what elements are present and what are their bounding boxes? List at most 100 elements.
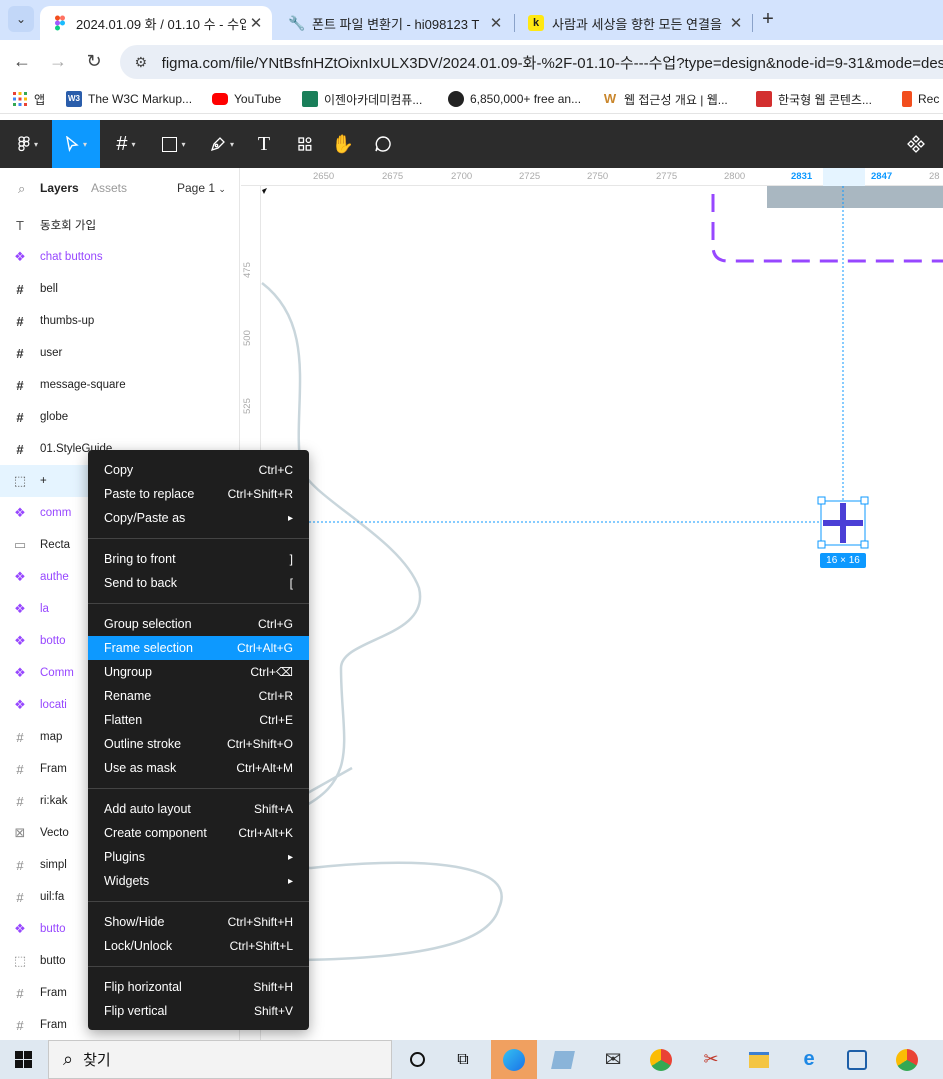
menu-item-shortcut: Ctrl+C [258, 463, 293, 477]
layer-row[interactable]: # globe [0, 401, 239, 433]
bookmark-w3c[interactable]: W3 The W3C Markup... [66, 90, 192, 108]
context-menu-item[interactable]: Flip horizontal Shift+H [88, 975, 309, 999]
context-menu-item[interactable]: Copy Ctrl+C [88, 458, 309, 482]
context-menu-item[interactable]: Plugins ▸ [88, 845, 309, 869]
task-view-icon[interactable]: ⧉ [440, 1040, 486, 1079]
design-canvas[interactable]: 2650 2675 2700 2725 2750 2775 2800 2831 2847 28 4… [241, 168, 943, 1040]
back-arrow-icon[interactable]: ← [10, 50, 34, 74]
close-tab-icon[interactable]: ✕ [486, 14, 506, 32]
layer-type-icon: # [16, 409, 24, 425]
network-app-icon[interactable] [834, 1040, 880, 1079]
w-logo-icon: W [603, 91, 617, 106]
layer-row[interactable]: T 동호회 가입 [0, 209, 239, 241]
context-menu-item[interactable]: Flatten Ctrl+E [88, 708, 309, 732]
layer-type-icon: # [16, 889, 24, 905]
forward-arrow-icon[interactable]: → [46, 50, 70, 74]
address-bar[interactable]: ⚙ figma.com/file/YNtBsfnHZtOixnIxULX3DV/… [120, 45, 943, 79]
main-menu-button[interactable]: ▾ [4, 120, 52, 168]
context-menu-item[interactable]: Rename Ctrl+R [88, 684, 309, 708]
layer-row[interactable]: # message-square [0, 369, 239, 401]
bookmark-rec[interactable]: Rec [902, 90, 939, 108]
bookmark-kwcag[interactable]: 한국형 웹 콘텐츠... [756, 90, 872, 108]
chrome-profile-icon[interactable] [638, 1040, 684, 1079]
context-menu-item[interactable]: Flip vertical Shift+V [88, 999, 309, 1023]
tab-font-converter[interactable]: 🔧 폰트 파일 변환기 - hi098123 T ✕ [276, 6, 512, 40]
bookmark-label: 이젠아카데미컴퓨... [324, 92, 423, 107]
snipping-tool-icon[interactable]: ✂ [688, 1040, 734, 1079]
bookmark-free-icons[interactable]: 6,850,000+ free an... [448, 90, 581, 108]
layer-row[interactable]: # user [0, 337, 239, 369]
shape-tool-button[interactable]: ▾ [152, 120, 196, 168]
context-menu-item[interactable]: Outline stroke Ctrl+Shift+O [88, 732, 309, 756]
menu-item-label: Show/Hide [104, 915, 165, 929]
tab-assets[interactable]: Assets [91, 181, 127, 195]
search-icon: ⌕ [63, 1049, 74, 1069]
page-selector[interactable]: Page 1 ⌄ [177, 181, 226, 195]
hand-tool-button[interactable]: ✋ [326, 120, 360, 168]
windows-start-icon[interactable] [0, 1040, 46, 1079]
pen-tool-button[interactable]: ▾ [200, 120, 244, 168]
close-tab-icon[interactable]: ✕ [726, 14, 746, 32]
tab-layers[interactable]: Layers [40, 181, 79, 195]
bookmark-youtube[interactable]: YouTube [212, 90, 281, 108]
layer-label: authe [40, 571, 69, 583]
browser-tab-strip: ⌄ 2024.01.09 화 / 01.10 수 - 수업 ✕ 🔧 폰트 파일 … [0, 0, 943, 40]
tab-search-dropdown-icon[interactable]: ⌄ [8, 6, 34, 32]
context-menu-item[interactable]: Copy/Paste as ▸ [88, 506, 309, 530]
resize-handle-top-right[interactable] [860, 496, 869, 505]
context-menu-item[interactable]: Add auto layout Shift+A [88, 797, 309, 821]
layer-row[interactable]: # thumbs-up [0, 305, 239, 337]
site-info-icon[interactable]: ⚙ [132, 53, 150, 71]
context-menu-item[interactable]: Ungroup Ctrl+⌫ [88, 660, 309, 684]
context-menu-item[interactable]: Paste to replace Ctrl+Shift+R [88, 482, 309, 506]
submenu-arrow-icon: ▸ [287, 875, 293, 887]
internet-explorer-icon[interactable]: e [786, 1040, 832, 1079]
mail-icon[interactable]: ✉ [590, 1040, 636, 1079]
context-menu-item[interactable]: Use as mask Ctrl+Alt+M [88, 756, 309, 780]
components-button[interactable] [900, 120, 932, 168]
move-tool-button[interactable]: ▾ [52, 120, 100, 168]
context-menu-item[interactable]: Group selection Ctrl+G [88, 612, 309, 636]
context-menu-item[interactable]: Create component Ctrl+Alt+K [88, 821, 309, 845]
resize-handle-top-left[interactable] [817, 496, 826, 505]
bookmark-accessibility[interactable]: W 웹 접근성 개요 | 웹... [602, 90, 728, 108]
layer-type-icon: # [16, 377, 24, 393]
layer-label: Fram [40, 1019, 67, 1031]
chrome-profile-icon[interactable] [884, 1040, 930, 1079]
search-icon[interactable]: ⌕ [18, 181, 25, 197]
bookmark-apps[interactable]: 앱 [12, 90, 45, 108]
menu-item-label: Copy [104, 463, 134, 477]
resources-button[interactable] [288, 120, 322, 168]
cortana-circle-icon[interactable] [394, 1040, 440, 1079]
context-menu-item[interactable]: Widgets ▸ [88, 869, 309, 893]
layer-row[interactable]: # bell [0, 273, 239, 305]
layer-row[interactable]: ❖ chat buttons [0, 241, 239, 273]
context-menu-item[interactable]: Send to back [ [88, 571, 309, 595]
menu-separator [88, 901, 309, 902]
new-tab-plus-icon[interactable]: + [756, 8, 780, 32]
context-menu-item[interactable]: Frame selection Ctrl+Alt+G [88, 636, 309, 660]
tab-figma[interactable]: 2024.01.09 화 / 01.10 수 - 수업 ✕ [40, 6, 272, 40]
bookmark-ezen[interactable]: 이젠아카데미컴퓨... [302, 90, 422, 108]
context-menu-item[interactable]: Show/Hide Ctrl+Shift+H [88, 910, 309, 934]
menu-item-shortcut: Ctrl+Shift+R [227, 487, 293, 501]
menu-item-label: Frame selection [104, 641, 193, 655]
reload-icon[interactable]: ↻ [82, 50, 106, 74]
menu-item-shortcut: Ctrl+G [257, 617, 293, 631]
comment-tool-button[interactable] [366, 120, 400, 168]
resize-handle-bottom-left[interactable] [817, 540, 826, 549]
tab-kakao[interactable]: k 사람과 세상을 향한 모든 연결을 ✕ [516, 6, 752, 40]
context-menu-item[interactable]: Bring to front] [88, 547, 309, 571]
resize-handle-bottom-right[interactable] [860, 540, 869, 549]
frame-tool-button[interactable]: # ▾ [104, 120, 148, 168]
rectangle-icon [162, 136, 178, 152]
edge-browser-icon[interactable] [491, 1040, 537, 1079]
notes-app-icon[interactable] [540, 1040, 586, 1079]
file-explorer-icon[interactable] [736, 1040, 782, 1079]
context-menu-item[interactable]: Lock/Unlock Ctrl+Shift+L [88, 934, 309, 958]
layer-type-icon: # [16, 857, 24, 873]
close-tab-icon[interactable]: ✕ [246, 14, 266, 32]
taskbar-search-box[interactable]: ⌕ 찾기 [48, 1040, 392, 1079]
text-tool-button[interactable]: T [248, 120, 280, 168]
bookmarks-bar: 앱 W3 The W3C Markup... YouTube 이젠아카데미컴퓨.… [0, 84, 943, 114]
